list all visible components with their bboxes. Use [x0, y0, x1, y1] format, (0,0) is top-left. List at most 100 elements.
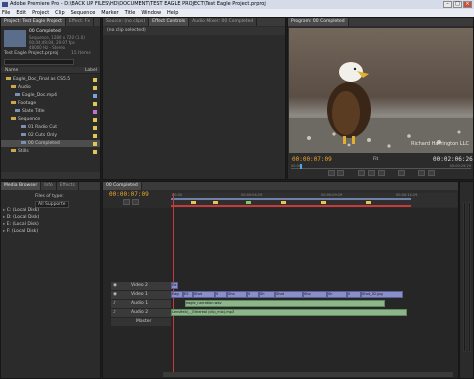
timeline-timecode[interactable]: 00:00:07:09	[109, 191, 149, 198]
list-item[interactable]: ▸ D: (Local Disk)	[3, 214, 39, 221]
list-item[interactable]: Stills	[1, 148, 100, 155]
extract-icon[interactable]	[428, 170, 435, 176]
program-video-frame: Richard Harrington LLC	[289, 28, 473, 153]
column-name-header[interactable]: Name	[5, 68, 18, 73]
loop-icon[interactable]	[398, 170, 405, 176]
effect-controls-header: (no clip selected)	[103, 27, 285, 35]
list-item[interactable]: 02 Cuts Only	[1, 132, 100, 139]
marker-icon[interactable]	[366, 201, 371, 204]
ruler-label: 00:00:09:29	[321, 193, 343, 197]
minimize-button[interactable]: –	[443, 1, 452, 8]
timeline-clip[interactable]: ES	[183, 291, 193, 298]
timeline-clip[interactable]: Eag	[171, 291, 183, 298]
timeline-clip[interactable]: Sh	[327, 291, 347, 298]
speaker-icon[interactable]: ♪	[113, 309, 116, 317]
menu-edit[interactable]: Edit	[16, 9, 26, 17]
timeline-clip[interactable]: eagle_narration.wav	[185, 300, 385, 307]
tab-program[interactable]: Program: 00 Completed	[288, 18, 349, 26]
tab-source[interactable]: Source: (no clips)	[103, 18, 150, 26]
work-area-bar[interactable]	[171, 198, 411, 200]
list-item[interactable]: Eagle_Doc.mp4	[1, 92, 100, 99]
no-clip-message: (no clip selected)	[107, 28, 146, 33]
eye-icon[interactable]: ◉	[113, 291, 117, 299]
list-item[interactable]: ▸ F: (Local Disk)	[3, 228, 38, 235]
menu-clip[interactable]: Clip	[55, 9, 64, 17]
maximize-button[interactable]: □	[453, 1, 462, 8]
tab-effects[interactable]: Effects	[57, 182, 80, 190]
marker-icon[interactable]	[321, 201, 326, 204]
list-item[interactable]: ▸ E: (Local Disk)	[3, 221, 39, 228]
timeline-clip[interactable]: S	[247, 291, 259, 298]
audio-meter-right	[468, 202, 471, 352]
step-forward-icon[interactable]	[378, 170, 385, 176]
zoom-level-select[interactable]: Fit	[373, 157, 378, 162]
ruler-label: 00:00:14:29	[396, 193, 418, 197]
menu-help[interactable]: Help	[167, 9, 178, 17]
marker-icon[interactable]	[281, 201, 286, 204]
search-field[interactable]	[4, 59, 74, 65]
program-ruler[interactable]: 00:00 00:00:29:29	[291, 164, 471, 169]
project-item-count: 15 Items	[71, 51, 91, 56]
list-item[interactable]: Audio	[1, 84, 100, 91]
timeline-clip[interactable]: Sho	[227, 291, 247, 298]
timeline-clip[interactable]: Shot	[275, 291, 303, 298]
list-item[interactable]: 00 Completed	[1, 140, 100, 147]
playhead-icon[interactable]	[300, 164, 302, 169]
list-item[interactable]: 01 Radio Cut	[1, 124, 100, 131]
tab-sequence[interactable]: 00 Completed	[103, 182, 142, 190]
menu-file[interactable]: File	[2, 9, 10, 17]
list-item[interactable]: Slate Title	[1, 108, 100, 115]
marker-icon[interactable]	[246, 201, 251, 204]
tab-info[interactable]: Info	[41, 182, 57, 190]
timeline-ruler[interactable]: 00:00 00:00:04:29 00:00:09:29 00:00:14:2…	[171, 193, 457, 207]
close-button[interactable]: ×	[463, 1, 472, 8]
sequence-info-3: 48000 Hz - Stereo	[29, 45, 66, 50]
project-item-list: Eagle_Doc_Final as CS5.5 Audio Eagle_Doc…	[1, 76, 100, 176]
set-marker-icon[interactable]	[132, 199, 139, 205]
list-item[interactable]: Footage	[1, 100, 100, 107]
timeline-clip[interactable]: Shot	[193, 291, 215, 298]
tab-project[interactable]: Project: Test Eagle Project	[1, 18, 66, 26]
list-item[interactable]: Eagle_Doc_Final as CS5.5	[1, 76, 100, 83]
menu-title[interactable]: Title	[125, 9, 136, 17]
tab-media-browser[interactable]: Media Browser	[1, 182, 42, 190]
speaker-icon[interactable]: ♪	[113, 300, 116, 308]
menu-window[interactable]: Window	[141, 9, 161, 17]
timeline-clip[interactable]: Shot_02.jpg	[361, 291, 403, 298]
marker-icon[interactable]	[213, 201, 218, 204]
mark-in-icon[interactable]	[328, 170, 335, 176]
snap-icon[interactable]	[123, 199, 130, 205]
lift-icon[interactable]	[418, 170, 425, 176]
column-label-header[interactable]: Label	[85, 68, 97, 73]
menu-sequence[interactable]: Sequence	[71, 9, 96, 17]
files-of-type-select[interactable]: All Supporte	[35, 201, 69, 208]
timeline-clip[interactable]: Ea	[171, 282, 178, 289]
source-panel: Source: (no clips) Effect Controls Audio…	[102, 17, 286, 180]
list-item[interactable]: ▸ C: (Local Disk)	[3, 207, 39, 214]
track-header-video-2: ◉ Video 2	[111, 282, 171, 290]
sequence-thumbnail	[4, 30, 26, 47]
timeline-clip[interactable]: S	[347, 291, 361, 298]
play-icon[interactable]	[368, 170, 375, 176]
window-title: Adobe Premiere Pro - D:\BACK UP FILES\HD…	[10, 1, 266, 7]
list-item[interactable]: Sequence	[1, 116, 100, 123]
timeline-clip[interactable]: Sho	[303, 291, 327, 298]
audio-meter-left	[463, 202, 466, 352]
timeline-clip[interactable]: S	[215, 291, 227, 298]
timeline-clip[interactable]: Lensfield_-_Ethereal (clip_mix).mp3	[171, 309, 407, 316]
timeline-scrollbar[interactable]	[163, 372, 453, 377]
menu-project[interactable]: Project	[32, 9, 49, 17]
program-timecode-in[interactable]: 00:00:07:09	[292, 156, 332, 163]
window-title-bar: Adobe Premiere Pro - D:\BACK UP FILES\HD…	[0, 0, 474, 9]
transport-controls	[328, 170, 438, 178]
menu-marker[interactable]: Marker	[101, 9, 118, 17]
eye-icon[interactable]: ◉	[113, 282, 117, 290]
sequence-name: 00 Completed	[29, 29, 61, 34]
marker-icon[interactable]	[191, 201, 196, 204]
tab-effect-controls[interactable]: Effect Controls	[149, 18, 190, 26]
timeline-clip[interactable]: Sh	[259, 291, 275, 298]
tab-audio-mixer[interactable]: Audio Mixer: 00 Completed	[189, 18, 258, 26]
tab-effect[interactable]: Effect: Fx	[66, 18, 95, 26]
mark-out-icon[interactable]	[337, 170, 344, 176]
step-back-icon[interactable]	[358, 170, 365, 176]
